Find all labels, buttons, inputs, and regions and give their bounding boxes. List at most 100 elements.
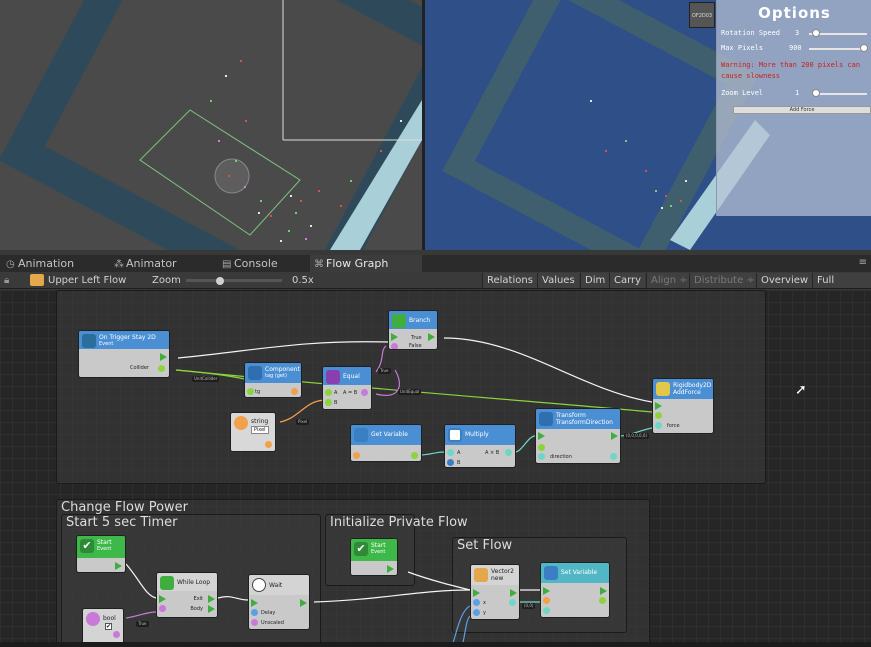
while-loop-exit-port[interactable]	[208, 595, 215, 603]
set-variable-out-port[interactable]	[599, 597, 606, 604]
tab-animation[interactable]: ◷ Animation	[2, 255, 108, 272]
while-loop-exit-label: Exit	[193, 596, 203, 602]
node-branch[interactable]: Branch True False	[388, 310, 438, 350]
component-target-port[interactable]	[247, 388, 254, 395]
set-variable-value-port[interactable]	[543, 607, 550, 614]
vector2-x-port[interactable]	[473, 599, 480, 606]
equal-a-port[interactable]	[325, 389, 332, 396]
zoom-slider-knob[interactable]	[215, 277, 224, 285]
equal-b-label: B	[334, 400, 338, 406]
node-on-trigger-header: On Trigger Stay 2D Event	[79, 331, 169, 349]
node-set-variable[interactable]: Set Variable	[540, 562, 610, 618]
start1-flow-out[interactable]	[115, 562, 122, 570]
full-screen-button[interactable]: Full Screen	[812, 273, 871, 301]
wait-unscaled-port[interactable]	[251, 619, 258, 626]
node-component-tag[interactable]: Component tag (get) tg	[244, 362, 302, 398]
align-dropdown[interactable]: Align ÷	[646, 273, 692, 288]
vector2-flow-out[interactable]	[510, 589, 517, 597]
node-string[interactable]: string Pixel	[230, 412, 276, 452]
wait-flow-out[interactable]	[300, 599, 307, 607]
vector2-x-label: x	[483, 600, 486, 606]
zoom-slider[interactable]	[186, 279, 282, 282]
node-transform-direction[interactable]: Transform TransformDirection direction	[535, 408, 621, 464]
multiply-b-port[interactable]	[447, 459, 454, 466]
vector2-y-port[interactable]	[473, 609, 480, 616]
tab-menu-icon[interactable]: ≡	[859, 257, 867, 268]
multiply-icon	[448, 428, 462, 442]
bool-out-port[interactable]	[113, 631, 120, 638]
component-icon	[248, 366, 262, 380]
transform-flow-out[interactable]	[611, 432, 618, 440]
node-equal[interactable]: Equal A A = B B	[322, 366, 372, 410]
rigidbody-flow-in[interactable]	[655, 402, 662, 410]
branch-true-port[interactable]	[428, 333, 435, 341]
tab-flow-graph[interactable]: ⌘ Flow Graph	[310, 255, 422, 272]
equal-b-port[interactable]	[325, 399, 332, 406]
string-value-field[interactable]: Pixel	[251, 426, 269, 434]
vector2-out-port[interactable]	[509, 599, 516, 606]
get-variable-name-port[interactable]	[353, 452, 360, 459]
zoom-level-slider[interactable]	[813, 93, 867, 95]
transform-flow-in[interactable]	[538, 432, 545, 440]
node-on-trigger-stay[interactable]: On Trigger Stay 2D Event Collider	[78, 330, 170, 378]
string-out-port[interactable]	[265, 441, 272, 448]
set-variable-flow-in[interactable]	[543, 587, 550, 595]
max-pixels-slider[interactable]	[809, 48, 867, 50]
start-check-icon: ✔	[354, 542, 368, 556]
vector2-value-tag: (0,0)	[522, 603, 536, 609]
flow-out-port[interactable]	[160, 353, 167, 361]
node-multiply[interactable]: Multiply A A × B B	[444, 424, 516, 468]
collider-port[interactable]	[158, 365, 165, 372]
vector2-flow-in[interactable]	[473, 589, 480, 597]
node-rigidbody-addforce[interactable]: Rigidbody2D AddForce force	[652, 378, 714, 434]
bool-checkbox[interactable]: ✔	[105, 623, 112, 630]
max-pixels-knob[interactable]	[860, 44, 869, 52]
distribute-dropdown[interactable]: Distribute ÷	[689, 273, 759, 288]
node-wait[interactable]: Wait Delay Unscaled	[248, 574, 310, 630]
multiply-out-port[interactable]	[505, 449, 512, 456]
while-loop-condition-port[interactable]	[159, 605, 166, 612]
lock-icon[interactable]: 🔒︎	[4, 272, 9, 289]
dim-button[interactable]: Dim	[580, 273, 610, 288]
equal-out-port[interactable]	[361, 389, 368, 396]
branch-flow-in[interactable]	[391, 333, 398, 341]
rigidbody-target-port[interactable]	[655, 412, 662, 419]
values-button[interactable]: Values	[537, 273, 579, 288]
wait-flow-in[interactable]	[251, 599, 258, 607]
node-start-init[interactable]: ✔ Start Event	[350, 538, 398, 576]
rigidbody-force-port[interactable]	[655, 422, 662, 429]
of-badge-icon[interactable]: OF2D03	[689, 2, 715, 28]
scene-view-left[interactable]	[0, 0, 422, 250]
component-tag-out[interactable]	[291, 388, 298, 395]
transform-direction-port[interactable]	[538, 453, 545, 460]
rotation-speed-knob[interactable]	[811, 29, 820, 37]
tab-animator[interactable]: ⁂ Animator	[110, 255, 216, 272]
zoom-level-knob[interactable]	[811, 89, 820, 97]
tab-console[interactable]: ▤ Console	[218, 255, 308, 272]
node-while-loop[interactable]: While Loop Exit Body	[156, 572, 218, 618]
relations-button[interactable]: Relations	[482, 273, 537, 288]
transform-target-port[interactable]	[538, 444, 545, 451]
horizontal-scrollbar[interactable]	[0, 642, 871, 647]
transform-out-port[interactable]	[610, 453, 617, 460]
collider-value-tag: UnitCollider	[192, 376, 220, 382]
set-variable-name-port[interactable]	[543, 597, 550, 604]
flow-graph-canvas[interactable]: Change Flow Power Start 5 sec Timer Init…	[0, 290, 871, 647]
graph-name[interactable]: Upper Left Flow	[48, 272, 126, 289]
node-start-timer[interactable]: ✔ Start Event	[76, 535, 126, 573]
multiply-a-port[interactable]	[447, 449, 454, 456]
overview-button[interactable]: Overview	[756, 273, 813, 288]
start2-flow-out[interactable]	[387, 565, 394, 573]
add-force-button[interactable]: Add Force	[733, 106, 871, 114]
get-variable-out-port[interactable]	[411, 452, 418, 459]
wait-delay-port[interactable]	[251, 609, 258, 616]
node-rigidbody-title: Rigidbody2D	[673, 382, 712, 389]
node-get-variable[interactable]: Get Variable	[350, 424, 422, 462]
set-variable-flow-out[interactable]	[600, 587, 607, 595]
branch-condition-port[interactable]	[391, 343, 398, 349]
while-loop-body-port[interactable]	[208, 605, 215, 613]
node-vector2-header: Vector2 new	[471, 565, 519, 585]
carry-button[interactable]: Carry	[609, 273, 646, 288]
while-loop-flow-in[interactable]	[159, 595, 166, 603]
node-vector2-new[interactable]: Vector2 new x y	[470, 564, 520, 620]
